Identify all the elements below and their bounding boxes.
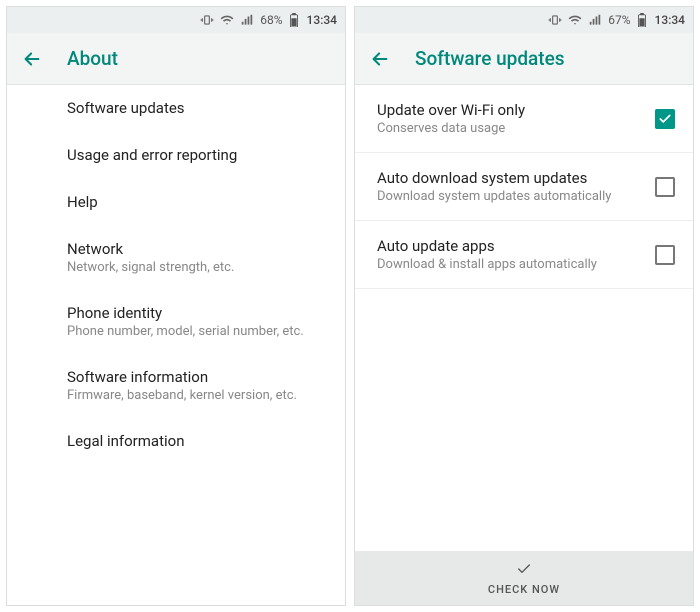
checkbox[interactable] [655, 245, 675, 265]
battery-percent: 68% [260, 13, 282, 27]
back-icon[interactable] [369, 48, 391, 70]
item-label: Phone identity [67, 304, 327, 322]
item-sublabel: Download system updates automatically [377, 189, 643, 204]
vibrate-icon [200, 13, 214, 27]
battery-icon [637, 13, 647, 27]
item-help[interactable]: Help [7, 179, 345, 226]
updates-list: Update over Wi-Fi only Conserves data us… [355, 85, 693, 551]
item-phone-identity[interactable]: Phone identity Phone number, model, seri… [7, 290, 345, 354]
battery-icon [289, 13, 299, 27]
about-list: Software updates Usage and error reporti… [7, 85, 345, 605]
item-label: Usage and error reporting [67, 146, 327, 164]
item-software-information[interactable]: Software information Firmware, baseband,… [7, 354, 345, 418]
item-sublabel: Download & install apps automatically [377, 257, 643, 272]
wifi-icon [568, 13, 582, 27]
item-sublabel: Conserves data usage [377, 121, 643, 136]
item-sublabel: Network, signal strength, etc. [67, 260, 327, 275]
check-icon [514, 561, 534, 581]
item-auto-update-apps[interactable]: Auto update apps Download & install apps… [355, 221, 693, 289]
page-title: Software updates [415, 47, 565, 70]
item-sublabel: Firmware, baseband, kernel version, etc. [67, 388, 327, 403]
check-now-button[interactable]: CHECK NOW [355, 551, 693, 605]
item-auto-download-system-updates[interactable]: Auto download system updates Download sy… [355, 153, 693, 221]
check-now-label: CHECK NOW [488, 583, 560, 596]
clock: 13:34 [655, 13, 685, 27]
item-label: Auto download system updates [377, 169, 643, 187]
checkbox[interactable] [655, 177, 675, 197]
about-screen: 68% 13:34 About Software updates Usage a… [6, 6, 346, 606]
app-bar: About [7, 33, 345, 85]
item-software-updates[interactable]: Software updates [7, 85, 345, 132]
battery-percent: 67% [608, 13, 630, 27]
item-network[interactable]: Network Network, signal strength, etc. [7, 226, 345, 290]
vibrate-icon [548, 13, 562, 27]
page-title: About [67, 47, 118, 70]
status-bar: 67% 13:34 [355, 7, 693, 33]
item-label: Legal information [67, 432, 327, 450]
status-bar: 68% 13:34 [7, 7, 345, 33]
item-label: Network [67, 240, 327, 258]
back-icon[interactable] [21, 48, 43, 70]
item-sublabel: Phone number, model, serial number, etc. [67, 324, 327, 339]
checkbox[interactable] [655, 109, 675, 129]
clock: 13:34 [307, 13, 337, 27]
signal-icon [240, 13, 254, 27]
item-label: Update over Wi-Fi only [377, 101, 643, 119]
app-bar: Software updates [355, 33, 693, 85]
item-label: Help [67, 193, 327, 211]
item-label: Auto update apps [377, 237, 643, 255]
item-legal-information[interactable]: Legal information [7, 418, 345, 465]
item-update-wifi-only[interactable]: Update over Wi-Fi only Conserves data us… [355, 85, 693, 153]
item-label: Software updates [67, 99, 327, 117]
signal-icon [588, 13, 602, 27]
item-usage-error-reporting[interactable]: Usage and error reporting [7, 132, 345, 179]
software-updates-screen: 67% 13:34 Software updates Update over W… [354, 6, 694, 606]
wifi-icon [220, 13, 234, 27]
item-label: Software information [67, 368, 327, 386]
